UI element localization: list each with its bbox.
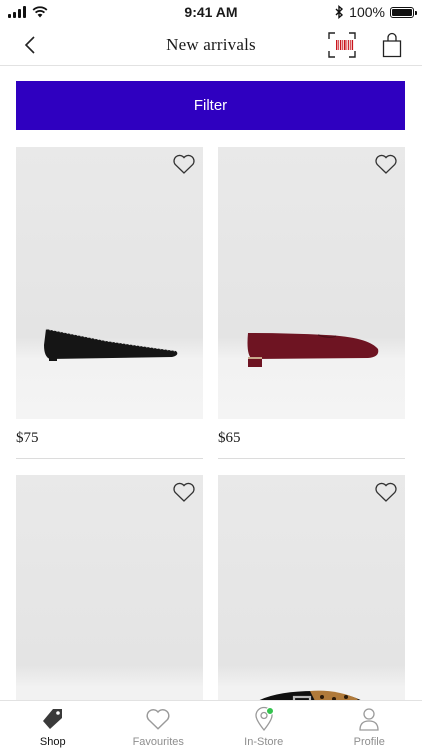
battery-icon: [389, 6, 417, 18]
status-left: [8, 6, 128, 18]
page-title: New arrivals: [166, 34, 256, 54]
heart-outline-icon[interactable]: [374, 153, 398, 175]
product-price: $65: [218, 419, 405, 459]
product-price: $75: [16, 419, 203, 459]
signal-icon: [8, 6, 26, 18]
tab-label: Favourites: [132, 736, 184, 748]
barcode-bar: [338, 40, 339, 50]
bluetooth-icon: [335, 5, 344, 19]
wifi-icon: [32, 6, 48, 18]
barcode-bar: [348, 40, 350, 50]
status-bar: 9:41 AM 100%: [0, 0, 422, 24]
product-image[interactable]: [16, 147, 203, 419]
heart-outline-icon[interactable]: [374, 481, 398, 503]
back-chevron-icon: [24, 36, 35, 54]
tab-favourites[interactable]: Favourites: [106, 701, 212, 750]
tab-in-store[interactable]: In-Store: [211, 701, 317, 750]
product-image[interactable]: [218, 147, 405, 419]
status-time: 9:41 AM: [184, 4, 238, 20]
shopping-bag-button[interactable]: [376, 29, 408, 61]
product-card[interactable]: [218, 475, 405, 700]
notification-badge: [265, 707, 274, 715]
barcode-bar: [342, 40, 343, 50]
barcode-bar: [339, 40, 342, 50]
nav-bar: New arrivals: [0, 24, 422, 66]
heart-outline-icon[interactable]: [172, 481, 196, 503]
heart-icon: [143, 704, 173, 734]
location-pin-icon: [249, 704, 279, 734]
tab-label: In-Store: [244, 736, 284, 748]
status-right: 100%: [294, 4, 417, 20]
tab-shop[interactable]: Shop: [0, 701, 106, 750]
product-grid: $75 $65: [16, 147, 405, 700]
product-image[interactable]: [16, 475, 203, 700]
nav-actions: [326, 29, 408, 61]
battery-percent: 100%: [349, 4, 385, 20]
filter-button[interactable]: Filter: [16, 81, 405, 130]
barcode-bar: [346, 40, 348, 50]
shoe-loafer-image: [247, 333, 379, 367]
barcode-bar: [343, 40, 346, 50]
shoe-loafer-image: [16, 677, 203, 700]
tab-label: Profile: [353, 736, 385, 748]
barcode-bar: [350, 40, 351, 50]
tab-label: Shop: [39, 736, 66, 748]
product-card[interactable]: $65: [218, 147, 405, 459]
product-image[interactable]: [218, 475, 405, 700]
tab-profile[interactable]: Profile: [317, 701, 422, 750]
barcode-bar: [351, 40, 354, 50]
barcode-scanner-icon: [328, 32, 356, 58]
tab-bar: Shop Favourites In-Store Profile: [0, 700, 422, 750]
product-card[interactable]: [16, 475, 203, 700]
heart-outline-icon[interactable]: [172, 153, 196, 175]
product-card[interactable]: $75: [16, 147, 203, 459]
back-button[interactable]: [16, 31, 44, 59]
shopping-bag-icon: [382, 32, 402, 58]
barcode-scanner-button[interactable]: [326, 29, 358, 61]
tag-icon: [38, 704, 68, 734]
shoe-creeper-image: [259, 690, 361, 700]
battery-fill: [391, 8, 412, 16]
barcode-bar: [336, 40, 338, 50]
person-icon: [354, 704, 384, 734]
shoe-flat-image: [44, 328, 178, 361]
